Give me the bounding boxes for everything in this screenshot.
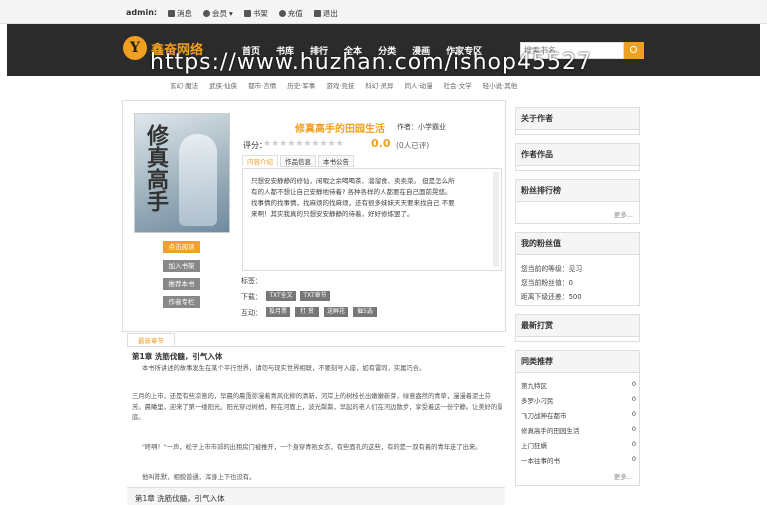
top-bar: admin: 消息 会员 ▾ 书架 充值 退出 (0, 0, 767, 24)
cat-item[interactable]: 轻小说·其他 (483, 80, 518, 90)
about-author-box: 关于作者 (515, 107, 640, 135)
cover-figure (179, 134, 217, 226)
cat-item[interactable]: 科幻·灵异 (365, 80, 393, 90)
book-title: 修真高手的田园生活 (295, 124, 385, 135)
add-bookshelf-button[interactable]: 加入书架 (163, 260, 200, 272)
urge-button[interactable]: 催5选 (353, 307, 377, 317)
cat-item[interactable]: 武侠·仙侠 (209, 80, 237, 90)
list-item[interactable]: 多罗小刁民 0 (521, 395, 636, 405)
tags-label: 标签： (241, 277, 262, 285)
tip-button[interactable]: 打 赏 (295, 307, 319, 317)
fans-level: 您当前的等级：见习 (521, 265, 583, 273)
author-works-box: 作者作品 (515, 143, 640, 171)
cat-item[interactable]: 同人·动漫 (404, 80, 432, 90)
page: admin: 消息 会员 ▾ 书架 充值 退出 Y 鑫奋网络 首页 书库 排行 全… (0, 0, 767, 507)
box-title: 我的粉丝值 (516, 233, 639, 255)
chapter-para: 底。 (132, 414, 145, 421)
more-link[interactable]: 更多... (614, 471, 633, 481)
more-link[interactable]: 更多... (614, 209, 633, 219)
book-icon (243, 10, 251, 17)
cover-title: 修真高手 (143, 124, 169, 212)
search-button[interactable] (624, 42, 644, 59)
intro-line: 来啊！其实我真的只想安安静静的待着，好好修炼罢了。 (251, 210, 414, 218)
similar-box: 同类推荐 第九特区 0 多罗小刁民 0 飞刀战神在都市 0 修真高手的田园生活 0 上门… (515, 350, 640, 486)
box-title: 粉丝排行榜 (516, 180, 639, 202)
watermark-text: https://www.huzhan.com/ishop45527 (150, 50, 592, 75)
box-title: 最新打赏 (516, 315, 639, 337)
list-item[interactable]: 上门狂婿 0 (521, 440, 636, 450)
logo-mark: Y (123, 36, 147, 60)
list-item[interactable]: 一本往事的书 0 (521, 455, 636, 465)
rating-score: 0.0 (371, 137, 391, 150)
user-icon (203, 10, 210, 17)
username: admin: (126, 8, 158, 17)
messages-link[interactable]: 消息 (168, 8, 192, 19)
box-title: 同类推荐 (516, 351, 639, 373)
interact-label: 互动： (241, 309, 262, 317)
chapter-footer-bar: 第1章 洗筋伐髓，引气入体 (127, 487, 505, 505)
read-button[interactable]: 点击阅读 (163, 241, 200, 253)
fans-rank-box: 粉丝排行榜更多... (515, 179, 640, 224)
message-icon (168, 10, 175, 17)
intro-line: 有的人都不想让自己安静地待着? 各种各样的人都要在自己面前晃悠。 (251, 188, 452, 196)
box-title: 作者作品 (516, 144, 639, 166)
cat-item[interactable]: 社会·文学 (444, 80, 472, 90)
recommend-button[interactable]: 推荐本书 (163, 278, 200, 290)
chapter-para: 芳。晨曦里，迎来了第一缕阳光。阳光穿过树梢，照在河面上，波光粼粼，早起的老人们在… (132, 404, 502, 411)
latest-chapter-tab[interactable]: 最新章节 (127, 333, 175, 347)
flower-button[interactable]: 送鲜花 (324, 307, 348, 317)
box-title: 关于作者 (516, 108, 639, 130)
cat-item[interactable]: 玄幻·魔法 (170, 80, 198, 90)
divider (127, 346, 505, 347)
chapter-title[interactable]: 第1章 洗筋伐髓，引气入体 (132, 351, 222, 362)
book-intro: 只想安安静静的修仙，闲暇之余喝喝茶、溜溜食、卖卖菜。 但是怎么所 有的人都不想让… (242, 168, 502, 271)
book-cover[interactable]: 修真高手 (134, 113, 230, 233)
tab-intro[interactable]: 内容介绍 (242, 155, 278, 167)
book-tabs: 内容介绍 作品信息 本书公告 (242, 155, 354, 167)
rating-count: (0人已评) (396, 141, 430, 150)
cat-item[interactable]: 游戏·竞技 (326, 80, 354, 90)
rating-stars[interactable]: ★★★★★★★★★★ (263, 139, 344, 149)
intro-line: 只想安安静静的修仙，闲暇之余喝喝茶、溜溜食、卖卖菜。 但是怎么所 (251, 177, 455, 185)
author-column-button[interactable]: 作者专栏 (163, 296, 200, 308)
logout-icon (313, 10, 321, 17)
intro-line: 找事情的找事情，找麻烦的找麻烦，还有很多妹妹天天要来找自己 不要 (251, 199, 455, 207)
list-item[interactable]: 飞刀战神在都市 0 (521, 410, 636, 420)
intro-scrollbar[interactable] (493, 172, 499, 267)
chapter-footer-title[interactable]: 第1章 洗筋伐髓，引气入体 (135, 493, 225, 504)
chapter-para: "咚啊！"一声，松子上市市郊的出租房门被推开，一个身穿青袍女衣，有些面孔的这些，… (142, 444, 482, 451)
bookshelf-link[interactable]: 书架 (243, 8, 268, 19)
chapter-para: 他叫陈默，相貌普通，浑身上下也没有。 (142, 474, 256, 481)
fans-next: 距离下级还差：500 (521, 293, 582, 301)
tab-info[interactable]: 作品信息 (280, 155, 316, 167)
top-links: 消息 会员 ▾ 书架 充值 退出 (168, 8, 338, 19)
download-txt-chapter[interactable]: TXT章节 (300, 291, 330, 301)
search-icon (630, 46, 637, 53)
fans-value: 您当前粉丝值：0 (521, 279, 573, 287)
book-author: 作者：小学霸业 (397, 123, 446, 131)
chapter-para: 本书所讲述的故事发生在某个平行世界，请勿与现实世界相联，不要刻号入座，如有雷同，… (142, 365, 426, 372)
download-txt-full[interactable]: TXT全文 (266, 291, 296, 301)
my-fans-box: 我的粉丝值 您当前的等级：见习 您当前粉丝值：0 距离下级还差：500 (515, 232, 640, 306)
recharge-link[interactable]: 充值 (278, 8, 303, 19)
category-nav: 玄幻·魔法 武侠·仙侠 都市·言情 历史·军事 游戏·竞技 科幻·灵异 同人·动… (170, 80, 517, 90)
logout-link[interactable]: 退出 (313, 8, 338, 19)
download-label: 下载： (241, 293, 262, 301)
list-item[interactable]: 修真高手的田园生活 0 (521, 425, 636, 435)
recharge-icon (278, 10, 286, 17)
list-item[interactable]: 第九特区 0 (521, 380, 636, 390)
chapter-para: 三月的上市，还是有些凉意的，早晨的晨霭弥漫着青风化柳的清新，河岸上的树枝长出嫩嫩… (132, 393, 491, 400)
latest-tip-box: 最新打赏 (515, 314, 640, 342)
cat-item[interactable]: 都市·言情 (248, 80, 276, 90)
cat-item[interactable]: 历史·军事 (287, 80, 315, 90)
tab-notice[interactable]: 本书公告 (318, 155, 354, 167)
member-link[interactable]: 会员 ▾ (203, 8, 233, 19)
vote-button[interactable]: 投月票 (266, 307, 290, 317)
